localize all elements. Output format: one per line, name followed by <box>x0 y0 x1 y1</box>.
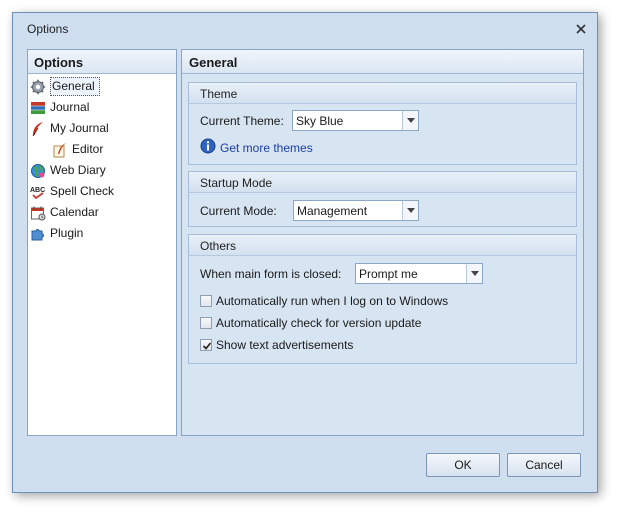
startup-mode-group: Startup Mode Current Mode: Management <box>188 171 577 227</box>
options-dialog: Options Options General Journal My Journ… <box>12 12 598 493</box>
tree-item-calendar[interactable]: Calendar <box>28 202 176 223</box>
current-theme-label: Current Theme: <box>200 114 284 128</box>
checkmark-icon <box>202 342 212 350</box>
tree-item-web-diary[interactable]: Web Diary <box>28 160 176 181</box>
general-settings-panel: General Theme Current Theme: Sky Blue Ge… <box>181 49 584 436</box>
puzzle-icon <box>30 226 46 242</box>
tree-item-my-journal[interactable]: My Journal <box>28 118 176 139</box>
startup-mode-group-header: Startup Mode <box>189 172 576 193</box>
feather-icon <box>30 121 46 137</box>
tree-item-journal[interactable]: Journal <box>28 97 176 118</box>
chevron-down-icon[interactable] <box>402 111 418 130</box>
tree-item-label: Calendar <box>50 205 99 219</box>
theme-group: Theme Current Theme: Sky Blue Get more t… <box>188 82 577 165</box>
calendar-icon <box>30 205 46 221</box>
text-ads-label: Show text advertisements <box>216 338 354 352</box>
tree-item-label: General <box>50 77 100 96</box>
ok-button-label: OK <box>454 458 472 472</box>
tree-item-label: Plugin <box>50 226 84 240</box>
main-form-closed-label: When main form is closed: <box>200 267 342 281</box>
tree-item-editor[interactable]: Editor <box>28 139 176 160</box>
settings-panel-title: General <box>182 50 583 74</box>
theme-dropdown[interactable]: Sky Blue <box>292 110 419 131</box>
cancel-button[interactable]: Cancel <box>507 453 581 477</box>
title-bar: Options <box>13 13 597 45</box>
ok-button[interactable]: OK <box>426 453 500 477</box>
options-tree-panel: Options General Journal My Journal Edito… <box>27 49 177 436</box>
auto-run-label: Automatically run when I log on to Windo… <box>216 294 449 308</box>
window-title: Options <box>27 22 69 36</box>
tree-item-label: Journal <box>50 100 90 114</box>
tree-item-label: Web Diary <box>50 163 106 177</box>
mode-dropdown-value: Management <box>297 203 368 218</box>
tree-item-plugin[interactable]: Plugin <box>28 223 176 244</box>
chevron-down-icon[interactable] <box>402 201 418 220</box>
chevron-down-icon[interactable] <box>466 264 482 283</box>
close-action-dropdown[interactable]: Prompt me <box>355 263 483 284</box>
others-group-header: Others <box>189 235 576 256</box>
mode-dropdown[interactable]: Management <box>293 200 419 221</box>
spell-check-icon: ABC <box>30 184 46 200</box>
options-tree: General Journal My Journal Editor Web Di… <box>28 74 176 244</box>
version-check-checkbox[interactable] <box>200 317 212 329</box>
auto-run-checkbox[interactable] <box>200 295 212 307</box>
books-icon <box>30 100 46 116</box>
current-mode-label: Current Mode: <box>200 204 277 218</box>
others-group: Others When main form is closed: Prompt … <box>188 234 577 364</box>
theme-group-header: Theme <box>189 83 576 104</box>
text-ads-checkbox[interactable] <box>200 339 212 351</box>
tree-item-general[interactable]: General <box>28 76 176 97</box>
cancel-button-label: Cancel <box>525 458 563 472</box>
options-tree-header: Options <box>28 50 176 74</box>
tree-item-spell-check[interactable]: ABC Spell Check <box>28 181 176 202</box>
close-icon[interactable] <box>573 21 589 37</box>
auto-run-checkbox-row[interactable]: Automatically run when I log on to Windo… <box>200 294 448 308</box>
pen-icon <box>52 142 68 158</box>
dialog-footer: OK Cancel <box>13 440 597 493</box>
tree-item-label: Spell Check <box>50 184 115 198</box>
get-more-themes-link[interactable]: Get more themes <box>220 141 313 155</box>
tree-item-label: My Journal <box>50 121 109 135</box>
info-icon <box>200 138 216 157</box>
theme-dropdown-value: Sky Blue <box>296 113 344 128</box>
version-check-label: Automatically check for version update <box>216 316 422 330</box>
version-check-checkbox-row[interactable]: Automatically check for version update <box>200 316 421 330</box>
close-action-dropdown-value: Prompt me <box>359 266 418 281</box>
text-ads-checkbox-row[interactable]: Show text advertisements <box>200 338 353 352</box>
globe-icon <box>30 163 46 179</box>
tree-item-label: Editor <box>72 142 104 156</box>
gear-icon <box>30 79 46 95</box>
